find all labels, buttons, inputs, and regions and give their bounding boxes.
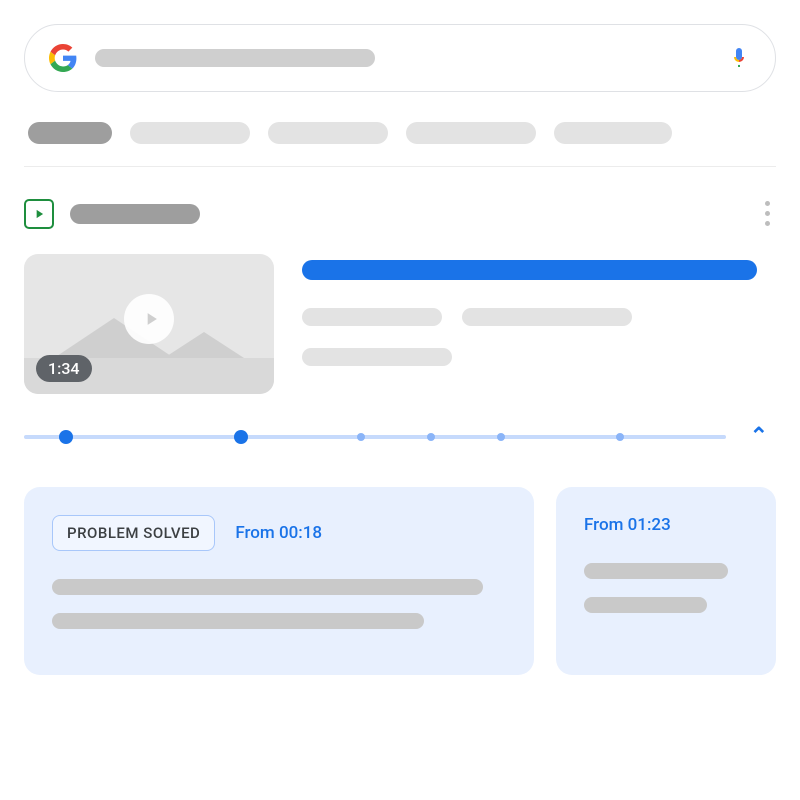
moment-description	[52, 613, 424, 629]
meta-text	[302, 308, 442, 326]
chevron-up-icon[interactable]: ⌃	[742, 420, 776, 453]
moment-description	[52, 579, 483, 595]
more-options-icon[interactable]	[759, 195, 776, 232]
moment-timestamp[interactable]: From 00:18	[235, 523, 322, 543]
timeline-marker[interactable]	[616, 433, 624, 441]
tab-item[interactable]	[406, 122, 536, 144]
video-duration: 1:34	[36, 355, 92, 382]
timeline-marker[interactable]	[427, 433, 435, 441]
result-header	[24, 195, 776, 232]
google-logo-icon	[49, 44, 77, 72]
play-icon[interactable]	[124, 294, 174, 344]
key-moment-card[interactable]: PROBLEM SOLVED From 00:18	[24, 487, 534, 675]
video-badge-icon	[24, 199, 54, 229]
timeline-marker[interactable]	[357, 433, 365, 441]
tab-item[interactable]	[554, 122, 672, 144]
video-thumbnail[interactable]: 1:34	[24, 254, 274, 394]
timeline-marker[interactable]	[59, 430, 73, 444]
moment-chip: PROBLEM SOLVED	[52, 515, 215, 551]
search-bar[interactable]	[24, 24, 776, 92]
tab-item[interactable]	[130, 122, 250, 144]
moment-timestamp[interactable]: From 01:23	[584, 515, 671, 535]
timeline-marker[interactable]	[497, 433, 505, 441]
video-timeline[interactable]	[24, 430, 726, 444]
meta-text	[302, 348, 452, 366]
search-input-placeholder[interactable]	[95, 49, 375, 67]
timeline-marker[interactable]	[234, 430, 248, 444]
meta-text	[462, 308, 632, 326]
mic-icon[interactable]	[727, 46, 751, 70]
video-title[interactable]	[302, 260, 757, 280]
tab-item[interactable]	[268, 122, 388, 144]
search-tabs	[24, 92, 776, 144]
key-moment-card[interactable]: From 01:23	[556, 487, 776, 675]
source-label	[70, 204, 200, 224]
moment-description	[584, 597, 707, 613]
tab-active[interactable]	[28, 122, 112, 144]
divider	[24, 166, 776, 167]
moment-description	[584, 563, 728, 579]
